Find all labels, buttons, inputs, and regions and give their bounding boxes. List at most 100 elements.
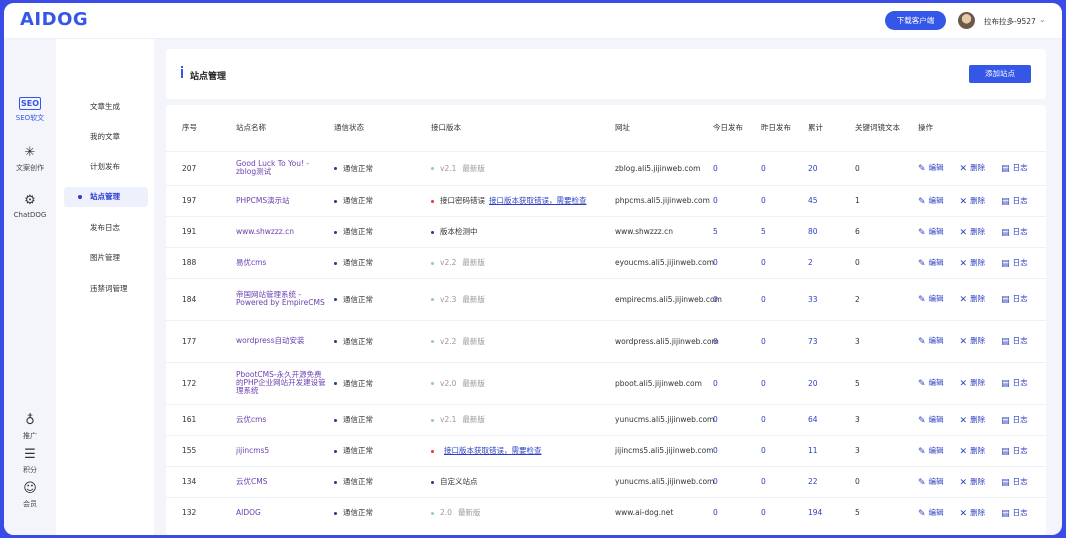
- col-header: 通信状态: [334, 123, 364, 133]
- log-button[interactable]: ▤ 日志: [1001, 196, 1028, 207]
- cell-status: 通信正常: [334, 465, 431, 497]
- money-bag-icon: ♁: [25, 413, 35, 428]
- rail-item-promote[interactable]: ♁ 推广: [4, 413, 56, 441]
- version-note: 最新版: [462, 336, 485, 346]
- cell-site-name[interactable]: 帝国网站管理系统 - Powered by EmpireCMS: [236, 277, 334, 320]
- cell-today: 0: [713, 496, 761, 528]
- sidebar-item-images[interactable]: 图片管理: [64, 248, 148, 268]
- edit-button[interactable]: ✎ 编辑: [918, 446, 960, 457]
- cell-total: 64: [808, 403, 855, 435]
- version-note: 最新版: [462, 378, 485, 388]
- log-button[interactable]: ▤ 日志: [1001, 446, 1028, 457]
- cell-site-name[interactable]: 云优cms: [236, 403, 334, 435]
- delete-button[interactable]: ✕ 删除: [960, 336, 1002, 347]
- cell-today: 0: [713, 403, 761, 435]
- delete-button[interactable]: ✕ 删除: [960, 258, 1002, 269]
- cell-site-name[interactable]: 易优cms: [236, 246, 334, 278]
- edit-button[interactable]: ✎ 编辑: [918, 336, 960, 347]
- cell-version: v2.0 最新版: [431, 361, 615, 404]
- version-status-dot: [431, 298, 434, 301]
- cell-total: 194: [808, 496, 855, 528]
- cell-id: 132: [166, 496, 236, 528]
- edit-button[interactable]: ✎ 编辑: [918, 477, 960, 488]
- edit-button[interactable]: ✎ 编辑: [918, 196, 960, 207]
- delete-button[interactable]: ✕ 删除: [960, 227, 1002, 238]
- status-dot: [334, 199, 337, 203]
- log-button[interactable]: ▤ 日志: [1001, 415, 1028, 426]
- log-button[interactable]: ▤ 日志: [1001, 294, 1028, 305]
- edit-button[interactable]: ✎ 编辑: [918, 258, 960, 269]
- log-button[interactable]: ▤ 日志: [1001, 258, 1028, 269]
- avatar[interactable]: [958, 12, 975, 29]
- username[interactable]: 拉布拉多-9527: [984, 16, 1036, 27]
- delete-button[interactable]: ✕ 删除: [960, 378, 1002, 389]
- sidebar-item-scheduled[interactable]: 计划发布: [64, 157, 148, 177]
- cell-site-name[interactable]: Good Luck To You! - zblog测试: [236, 150, 334, 185]
- log-button[interactable]: ▤ 日志: [1001, 227, 1028, 238]
- close-icon: ✕: [959, 415, 968, 426]
- cell-keyword-text: 3: [855, 403, 918, 435]
- cell-yesterday: 0: [761, 246, 808, 278]
- cell-site-name[interactable]: jijincms5: [236, 434, 334, 466]
- cell-yesterday: 0: [761, 319, 808, 362]
- log-button[interactable]: ▤ 日志: [1001, 508, 1028, 519]
- sidebar-item-publish-log[interactable]: 发布日志: [64, 218, 148, 238]
- edit-button[interactable]: ✎ 编辑: [918, 294, 960, 305]
- download-client-button[interactable]: 下载客户端: [885, 11, 946, 30]
- rail-item-label: ChatDOG: [13, 211, 47, 219]
- delete-button[interactable]: ✕ 删除: [959, 163, 1002, 174]
- pencil-icon: ✎: [918, 508, 926, 519]
- sidebar-item-my-articles[interactable]: 我的文章: [64, 127, 148, 147]
- delete-button[interactable]: ✕ 删除: [959, 415, 1002, 426]
- cell-actions: ✎ 编辑 ✕ 删除 ▤ 日志: [918, 465, 1046, 497]
- delete-button[interactable]: ✕ 删除: [960, 508, 1002, 519]
- cell-site-name[interactable]: PbootCMS-永久开源免费的PHP企业网站开发建设管理系统: [236, 361, 334, 404]
- log-button[interactable]: ▤ 日志: [1001, 378, 1028, 389]
- rail-item-seo[interactable]: SEO SEO软文: [4, 97, 56, 123]
- chevron-down-icon[interactable]: ⌄: [1039, 15, 1046, 24]
- edit-button[interactable]: ✎ 编辑: [918, 163, 960, 174]
- cell-site-name[interactable]: wordpress自动安装: [236, 319, 334, 362]
- edit-button[interactable]: ✎ 编辑: [918, 415, 960, 426]
- delete-button[interactable]: ✕ 删除: [960, 196, 1002, 207]
- rail-item-member[interactable]: ☺ 会员: [4, 481, 56, 509]
- rail-item-copywriting[interactable]: ✳ 文案创作: [4, 145, 56, 173]
- cell-actions: ✎ 编辑 ✕ 删除 ▤ 日志: [918, 319, 1046, 362]
- logo[interactable]: AIDOG: [20, 9, 88, 30]
- version-status-dot: [431, 261, 434, 265]
- version-status-dot: [431, 340, 434, 343]
- delete-button[interactable]: ✕ 删除: [960, 477, 1002, 488]
- rail-item-chatdog[interactable]: ⚙ ChatDOG: [4, 193, 56, 219]
- cell-today: 0: [713, 184, 761, 216]
- cell-yesterday: 0: [761, 403, 808, 435]
- edit-button[interactable]: ✎ 编辑: [918, 508, 960, 519]
- sidebar-item-site-management[interactable]: 站点管理: [64, 187, 148, 207]
- rail-item-label: 文案创作: [16, 164, 44, 172]
- cell-status: 通信正常: [334, 434, 431, 466]
- close-icon: ✕: [959, 164, 968, 174]
- cell-site-name[interactable]: 云优CMS: [236, 465, 334, 497]
- status-dot: [334, 340, 337, 343]
- cell-url: www.ai-dog.net: [615, 496, 713, 528]
- delete-button[interactable]: ✕ 删除: [960, 294, 1002, 305]
- log-button[interactable]: ▤ 日志: [1001, 163, 1028, 174]
- log-button[interactable]: ▤ 日志: [1001, 477, 1028, 488]
- sidebar-item-banned-words[interactable]: 违禁词管理: [64, 279, 148, 299]
- version-check-link[interactable]: 接口版本获取错误，需要检查: [489, 196, 587, 205]
- status-dot: [334, 167, 337, 170]
- rail-item-points[interactable]: ☰ 积分: [4, 447, 56, 475]
- delete-button[interactable]: ✕ 删除: [960, 446, 1002, 457]
- status-dot: [334, 511, 337, 515]
- edit-button[interactable]: ✎ 编辑: [918, 378, 960, 389]
- version-check-link[interactable]: 接口版本获取错误，需要检查: [444, 446, 542, 455]
- add-site-button[interactable]: 添加站点: [969, 65, 1031, 83]
- cell-site-name[interactable]: www.shwzzz.cn: [236, 215, 334, 247]
- sidebar-item-article-gen[interactable]: 文章生成: [64, 97, 148, 117]
- cell-site-name[interactable]: AIDOG: [236, 496, 334, 528]
- cell-keyword-text: 6: [855, 215, 918, 247]
- edit-button[interactable]: ✎ 编辑: [918, 227, 960, 238]
- cell-site-name[interactable]: PHPCMS演示站: [236, 184, 334, 216]
- log-button[interactable]: ▤ 日志: [1001, 336, 1028, 347]
- version-status-dot: [431, 418, 434, 422]
- status-text: 通信正常: [343, 415, 373, 424]
